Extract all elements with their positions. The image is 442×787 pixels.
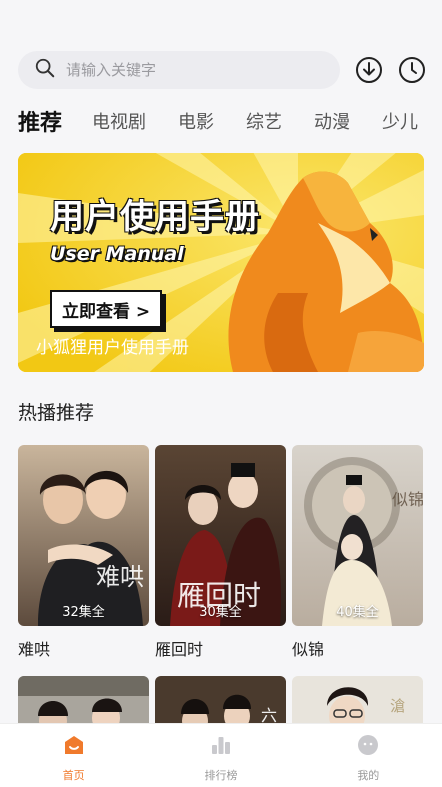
bottom-navigation: 首页 排行榜 我的 [0,723,442,787]
poster-image: 雁回时 30集全 [155,445,286,626]
tab-variety[interactable]: 综艺 [246,108,282,134]
promo-banner[interactable]: 用户使用手册 User Manual 立即查看 > 小狐狸用户使用手册 [18,153,424,372]
profile-icon [356,733,380,761]
search-input[interactable] [66,61,306,79]
svg-text:难哄: 难哄 [96,563,144,591]
banner-subtitle: User Manual [50,243,184,265]
tab-recommend[interactable]: 推荐 [18,105,62,137]
history-icon[interactable] [398,56,426,84]
drama-card[interactable]: 雁回时 30集全 雁回时 [155,445,286,660]
section-title: 热播推荐 [18,402,95,424]
nav-ranking[interactable]: 排行榜 [147,724,294,787]
search-row [18,50,428,90]
tab-kids[interactable]: 少儿 [382,108,418,134]
drama-title: 似锦 [292,640,325,659]
view-now-button[interactable]: 立即查看 > [50,290,163,328]
poster-image: 似锦 40集全 [292,445,423,626]
tab-movie[interactable]: 电影 [178,108,214,134]
svg-text:似锦: 似锦 [392,490,423,509]
drama-card[interactable]: 似锦 40集全 似锦 [292,445,423,660]
tab-tv-series[interactable]: 电视剧 [92,108,146,134]
nav-profile[interactable]: 我的 [295,724,442,787]
drama-card[interactable]: 难哄 32集全 难哄 [18,445,149,660]
drama-title: 雁回时 [155,640,204,659]
search-box[interactable] [18,51,340,89]
category-tabs: 推荐 电视剧 电影 综艺 动漫 少儿 [18,104,442,138]
poster-image: 难哄 32集全 [18,445,149,626]
home-icon [62,733,86,761]
banner-caption: 小狐狸用户使用手册 [36,338,189,358]
tab-anime[interactable]: 动漫 [314,108,350,134]
search-icon [34,57,56,83]
nav-home[interactable]: 首页 [0,724,147,787]
episode-count: 40集全 [336,605,379,620]
ranking-icon [209,733,233,761]
episode-count: 32集全 [62,605,105,620]
episode-count: 30集全 [199,605,242,620]
nav-label: 首页 [62,768,85,782]
svg-text:滄: 滄 [390,697,405,715]
download-icon[interactable] [355,56,383,84]
drama-title: 难哄 [18,640,51,659]
nav-label: 排行榜 [204,768,238,782]
nav-label: 我的 [357,768,380,782]
banner-title: 用户使用手册 [50,197,260,237]
